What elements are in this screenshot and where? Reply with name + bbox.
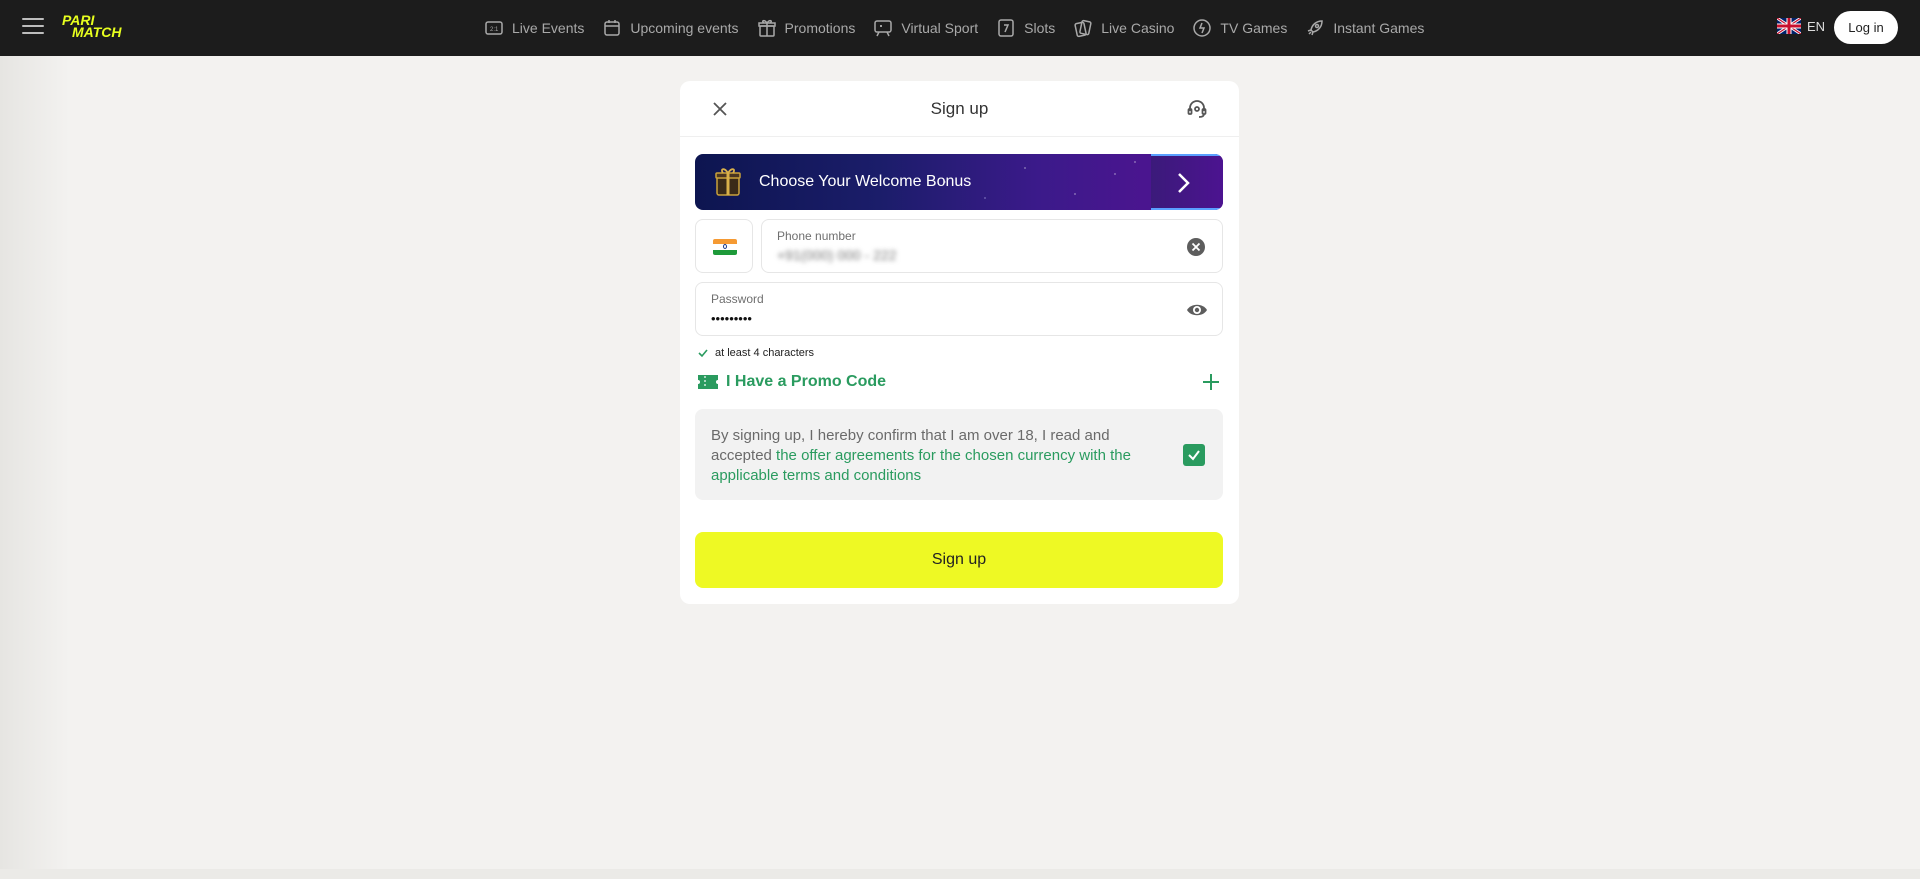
- nav-label: Live Events: [512, 20, 585, 36]
- menu-icon[interactable]: [22, 18, 44, 36]
- login-button[interactable]: Log in: [1834, 11, 1898, 44]
- nav-label: Promotions: [784, 20, 856, 36]
- rocket-icon: [1308, 20, 1324, 36]
- top-navigation-bar: PARI MATCH 2:1 Live Events Upcoming even…: [0, 0, 1920, 56]
- uk-flag-icon: [1777, 18, 1801, 34]
- password-requirement-text: at least 4 characters: [715, 347, 815, 359]
- clear-input-icon[interactable]: [1186, 237, 1206, 257]
- svg-text:2:1: 2:1: [490, 27, 499, 33]
- password-requirement: at least 4 characters: [697, 347, 814, 359]
- calendar-icon: [604, 20, 621, 36]
- india-flag-icon: [713, 239, 737, 255]
- plus-icon[interactable]: [1201, 372, 1221, 392]
- terms-checkbox[interactable]: [1183, 444, 1205, 466]
- ticket-icon: [698, 375, 718, 389]
- parimatch-logo[interactable]: PARI MATCH: [62, 13, 142, 42]
- tv-games-icon: [1193, 19, 1212, 37]
- main-nav: 2:1 Live Events Upcoming events Promotio…: [484, 0, 1442, 56]
- nav-label: Virtual Sport: [901, 20, 979, 36]
- password-label: Password: [711, 292, 764, 306]
- slots-icon: [998, 19, 1014, 37]
- bonus-banner-label: Choose Your Welcome Bonus: [759, 173, 972, 190]
- nav-slots[interactable]: Slots: [996, 18, 1055, 38]
- virtual-sport-icon: [874, 20, 893, 37]
- promo-code-label: I Have a Promo Code: [726, 373, 887, 390]
- support-headset-icon[interactable]: [1185, 97, 1209, 121]
- nav-virtual-sport[interactable]: Virtual Sport: [873, 18, 978, 38]
- bonus-arrow-button[interactable]: [1151, 154, 1223, 210]
- chevron-right-icon: [1178, 173, 1190, 193]
- nav-label: Live Casino: [1101, 20, 1175, 36]
- show-password-eye-icon[interactable]: [1186, 300, 1208, 320]
- modal-header: Sign up: [680, 81, 1239, 137]
- password-field[interactable]: Password •••••••••: [695, 282, 1223, 336]
- cards-icon: [1074, 19, 1092, 38]
- nav-label: Upcoming events: [630, 20, 739, 36]
- checkmark-icon: [698, 349, 708, 358]
- password-input[interactable]: •••••••••: [711, 311, 752, 326]
- nav-promotions[interactable]: Promotions: [757, 18, 856, 38]
- nav-live-events[interactable]: 2:1 Live Events: [484, 18, 584, 38]
- phone-number-field[interactable]: Phone number +91(000) 000 - 222: [761, 219, 1223, 273]
- language-code: EN: [1807, 18, 1826, 34]
- nav-label: TV Games: [1220, 20, 1288, 36]
- nav-tv-games[interactable]: TV Games: [1192, 18, 1287, 38]
- terms-text: By signing up, I hereby confirm that I a…: [711, 426, 1161, 486]
- phone-number-label: Phone number: [777, 229, 856, 243]
- welcome-bonus-banner[interactable]: Choose Your Welcome Bonus: [695, 154, 1223, 210]
- country-code-selector[interactable]: [695, 219, 753, 273]
- nav-label: Instant Games: [1333, 20, 1425, 36]
- language-selector[interactable]: EN: [1777, 18, 1825, 34]
- nav-live-casino[interactable]: Live Casino: [1073, 18, 1174, 38]
- live-events-icon: 2:1: [485, 21, 503, 35]
- modal-title: Sign up: [930, 99, 989, 118]
- nav-instant-games[interactable]: Instant Games: [1305, 18, 1424, 38]
- promo-code-toggle[interactable]: I Have a Promo Code: [695, 370, 1223, 394]
- signup-submit-button[interactable]: Sign up: [695, 532, 1223, 588]
- phone-number-input[interactable]: +91(000) 000 - 222: [777, 247, 896, 263]
- gift-icon: [757, 19, 776, 37]
- checkmark-icon: [1188, 450, 1200, 461]
- signup-modal: Sign up Choose Your Welcome Bonus Phone …: [680, 81, 1239, 604]
- nav-label: Slots: [1024, 20, 1056, 36]
- page-background: [0, 56, 70, 879]
- gift-box-icon: [715, 168, 741, 196]
- page-bottom-strip: [0, 869, 1920, 879]
- nav-upcoming-events[interactable]: Upcoming events: [602, 18, 739, 38]
- terms-agreement: By signing up, I hereby confirm that I a…: [695, 409, 1223, 500]
